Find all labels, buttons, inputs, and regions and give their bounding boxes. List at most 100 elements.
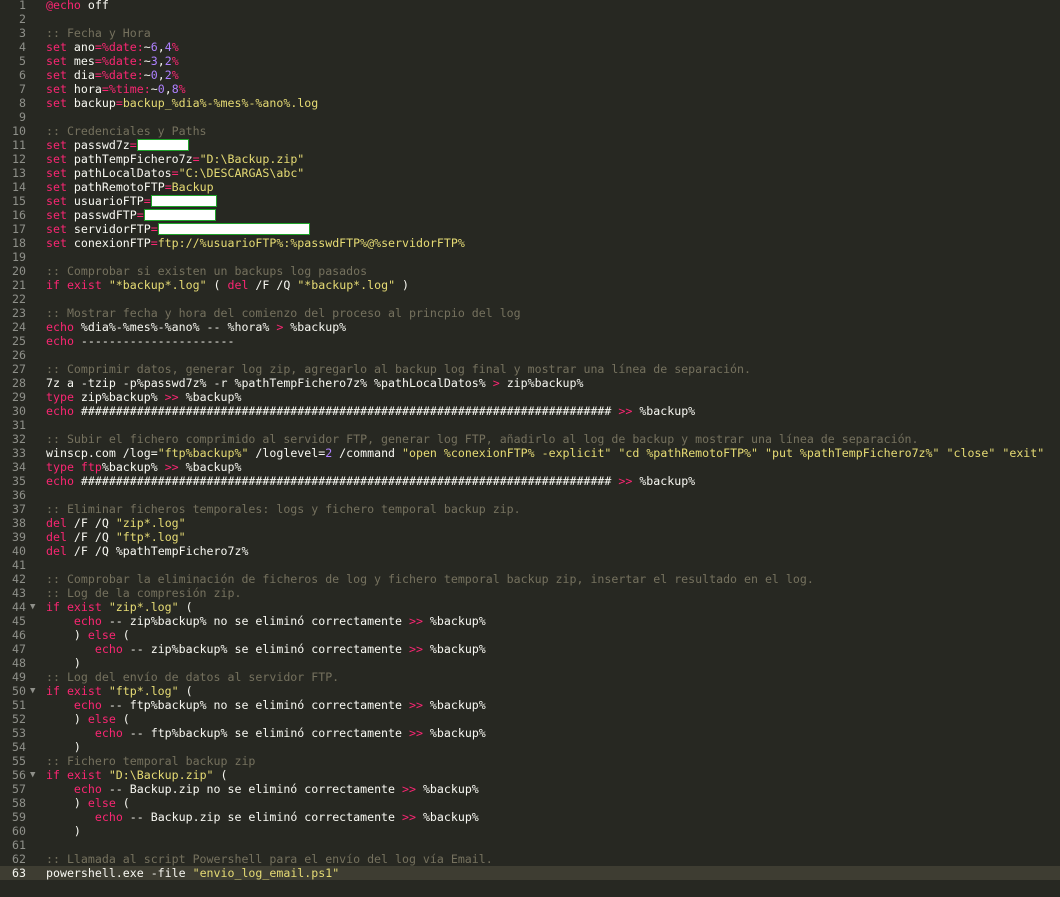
code-line[interactable]: 63 powershell.exe -file "envio_log_email.… [0,866,1060,880]
code-line[interactable]: 47 echo -- zip%backup% se eliminó correc… [0,642,1060,656]
code-token: "close" [946,446,996,460]
code-line[interactable]: 1 @echo off [0,0,1060,12]
code-line[interactable]: 2 [0,12,1060,26]
code-text: :: Subir el fichero comprimido al servid… [46,432,919,446]
code-line[interactable]: 35 echo #################################… [0,474,1060,488]
code-text: :: Comprimir datos, generar log zip, agr… [46,362,751,376]
code-line[interactable]: 52 ) else ( [0,712,1060,726]
code-line[interactable]: 5 set mes=%date:~3,2% [0,54,1060,68]
code-line[interactable]: 10:: Credenciales y Paths [0,124,1060,138]
code-line[interactable]: 58 ) else ( [0,796,1060,810]
fold-arrow-icon[interactable]: ▼ [30,684,40,698]
code-line[interactable]: 46 ) else ( [0,628,1060,642]
code-line[interactable]: 16 set passwdFTP= [0,208,1060,222]
line-number: 7 [19,82,26,96]
code-token: "*backup*.log" [101,278,207,292]
code-line[interactable]: 54 ) [0,740,1060,754]
code-line[interactable]: 36 [0,488,1060,502]
line-number: 2 [19,12,26,26]
code-token: set [46,152,67,166]
code-line[interactable]: 6 set dia=%date:~0,2% [0,68,1060,82]
code-line[interactable]: 15 set usuarioFTP= [0,194,1060,208]
code-line[interactable]: 24 echo %dia%-%mes%-%ano% -- %hora% > %ba… [0,320,1060,334]
code-line[interactable]: 11 set passwd7z= [0,138,1060,152]
code-token: dia [66,68,95,82]
line-number: 6 [19,68,26,82]
code-token: set [46,208,67,222]
code-line[interactable]: 7 set hora=%time:~0,8% [0,82,1060,96]
code-line[interactable]: 57 echo -- Backup.zip no se eliminó corr… [0,782,1060,796]
code-token: else [87,628,116,642]
code-line[interactable]: 12 set pathTempFichero7z="D:\Backup.zip" [0,152,1060,166]
code-text: echo -- ftp%backup% no se eliminó correc… [46,698,486,712]
code-line[interactable]: 44 ▼ if exist "zip*.log" ( [0,600,1060,614]
code-line[interactable]: 18 set conexionFTP=ftp://%usuarioFTP%:%pa… [0,236,1060,250]
code-line[interactable]: 60 ) [0,824,1060,838]
code-line[interactable]: 29 type zip%backup% >> %backup% [0,390,1060,404]
code-line[interactable]: 34 type ftp%backup% >> %backup% [0,460,1060,474]
code-token: /loglevel= [248,446,326,460]
code-token: -- ftp%backup% se eliminó correctamente [122,726,409,740]
code-line[interactable]: 14 set pathRemotoFTP=Backup [0,180,1060,194]
code-line[interactable]: 8 set backup=backup_%dia%-%mes%-%ano%.log [0,96,1060,110]
code-line[interactable]: 39 del /F /Q "ftp*.log" [0,530,1060,544]
code-line[interactable]: 37:: Eliminar ficheros temporales: logs … [0,502,1060,516]
code-line[interactable]: 19 [0,250,1060,264]
code-line[interactable]: 26 [0,348,1060,362]
code-editor[interactable]: 1 @echo off 2 3:: Fecha y Hora 4 set ano=%dat… [0,0,1060,897]
code-line[interactable]: 43:: Log de la compresión zip. [0,586,1060,600]
code-line[interactable]: 23:: Mostrar fecha y hora del comienzo d… [0,306,1060,320]
code-line[interactable]: 38 del /F /Q "zip*.log" [0,516,1060,530]
code-line[interactable]: 25 echo ---------------------- [0,334,1060,348]
code-line[interactable]: 31 [0,418,1060,432]
code-token: = [150,236,158,250]
code-line[interactable]: 51 echo -- ftp%backup% no se eliminó cor… [0,698,1060,712]
code-line[interactable]: 20:: Comprobar si existen un backups log… [0,264,1060,278]
code-token: if exist [46,600,102,614]
code-token: %date: [101,68,144,82]
code-token: % [178,82,186,96]
code-line[interactable]: 9 [0,110,1060,124]
code-line[interactable]: 50 ▼ if exist "ftp*.log" ( [0,684,1060,698]
code-token: :: Fecha y Hora [46,26,151,40]
code-line[interactable]: 62:: Llamada al script Powershell para e… [0,852,1060,866]
code-line[interactable]: 21 if exist "*backup*.log" ( del /F /Q "*… [0,278,1060,292]
code-token: echo [46,474,74,488]
code-line[interactable]: 32:: Subir el fichero comprimido al serv… [0,432,1060,446]
code-line[interactable]: 40 del /F /Q %pathTempFichero7z% [0,544,1060,558]
code-line[interactable]: 27:: Comprimir datos, generar log zip, a… [0,362,1060,376]
code-line[interactable]: 55:: Fichero temporal backup zip [0,754,1060,768]
code-line[interactable]: 17 set servidorFTP= [0,222,1060,236]
code-line[interactable]: 22 [0,292,1060,306]
fold-arrow-icon[interactable]: ▼ [30,600,40,614]
code-line[interactable]: 41 [0,558,1060,572]
code-line[interactable]: 48 ) [0,656,1060,670]
code-text: echo -- zip%backup% no se eliminó correc… [46,614,486,628]
code-line[interactable]: 61 [0,838,1060,852]
code-line[interactable]: 42:: Comprobar la eliminación de fichero… [0,572,1060,586]
code-token: ( [115,712,130,726]
fold-arrow-icon[interactable]: ▼ [30,768,40,782]
code-token: @echo [46,0,81,12]
code-line[interactable]: 45 echo -- zip%backup% no se eliminó cor… [0,614,1060,628]
line-number: 40 [12,544,26,558]
code-text: if exist "D:\Backup.zip" ( [46,768,228,782]
code-line[interactable]: 49:: Log del envío de datos al servidor … [0,670,1060,684]
code-line[interactable]: 13 set pathLocalDatos="C:\DESCARGAS\abc" [0,166,1060,180]
code-text: :: Log del envío de datos al servidor FT… [46,670,339,684]
code-line[interactable]: 53 echo -- ftp%backup% se eliminó correc… [0,726,1060,740]
code-line[interactable]: 33 winscp.com /log="ftp%backup%" /logleve… [0,446,1060,460]
code-line[interactable]: 28 7z a -tzip -p%passwd7z% -r %pathTempFi… [0,376,1060,390]
code-token: 2 [164,68,172,82]
code-token: ( [213,768,228,782]
code-line[interactable]: 4 set ano=%date:~6,4% [0,40,1060,54]
code-line[interactable]: 56 ▼ if exist "D:\Backup.zip" ( [0,768,1060,782]
code-line[interactable]: 30 echo #################################… [0,404,1060,418]
code-line[interactable]: 3:: Fecha y Hora [0,26,1060,40]
line-number: 50 [12,684,26,698]
line-number: 46 [12,628,26,642]
code-token: = [94,68,102,82]
code-line[interactable]: 59 echo -- Backup.zip se eliminó correct… [0,810,1060,824]
